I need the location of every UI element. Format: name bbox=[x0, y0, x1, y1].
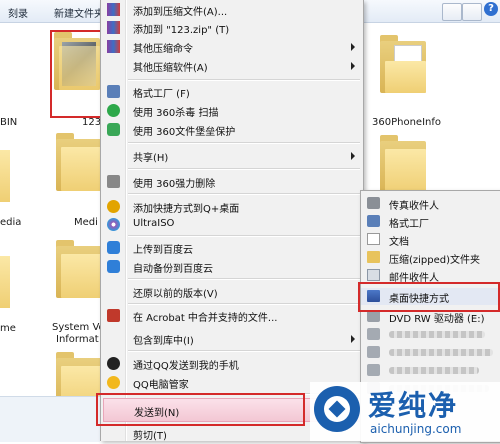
menu-item-upload-baidu[interactable]: 上传到百度云 bbox=[101, 238, 363, 258]
menu-item-360-scan[interactable]: 使用 360杀毒 扫描 bbox=[101, 101, 363, 121]
menu-item-add-to-zip[interactable]: 添加到 "123.zip" (T) bbox=[101, 18, 363, 38]
folder-label-information: Informat bbox=[56, 334, 99, 345]
watermark: 爱纯净 aichunjing.com bbox=[310, 382, 500, 441]
menu-item-add-to-archive[interactable]: 添加到压缩文件(A)... bbox=[101, 0, 363, 20]
submenu-item-format-factory[interactable]: 格式工厂 bbox=[361, 213, 500, 230]
drive-icon bbox=[367, 346, 380, 358]
menu-item-other-compress-software[interactable]: 其他压缩软件(A) bbox=[101, 56, 363, 76]
submenu-item-fax[interactable]: 传真收件人 bbox=[361, 195, 500, 212]
menu-item-360-force-delete[interactable]: 使用 360强力删除 bbox=[101, 172, 363, 192]
folder-label-123: 123 bbox=[82, 117, 102, 128]
menu-item-restore-previous[interactable]: 还原以前的版本(V) bbox=[101, 282, 363, 302]
menu-item-format-factory[interactable]: 格式工厂 (F) bbox=[101, 82, 363, 102]
menu-item-other-compress-commands[interactable]: 其他压缩命令 bbox=[101, 37, 363, 57]
burn-button[interactable]: 刻录 bbox=[8, 5, 28, 20]
menu-item-360-protect[interactable]: 使用 360文件堡垒保护 bbox=[101, 120, 363, 140]
send-to-highlight-box bbox=[96, 393, 305, 426]
folder-label-me: me bbox=[0, 323, 16, 334]
submenu-arrow-icon bbox=[351, 43, 355, 51]
details-pane bbox=[0, 396, 100, 442]
folder-label-edia: edia bbox=[0, 217, 22, 228]
menu-item-acrobat-merge[interactable]: 在 Acrobat 中合并支持的文件... bbox=[101, 306, 363, 326]
desktop-shortcut-highlight-box bbox=[358, 282, 500, 312]
new-folder-button[interactable]: 新建文件夹 bbox=[54, 5, 104, 20]
baidu-cloud-icon bbox=[107, 260, 120, 273]
context-menu: 添加到压缩文件(A)... 添加到 "123.zip" (T) 其他压缩命令 其… bbox=[100, 0, 364, 442]
folder-label-system-volume: System Vo bbox=[52, 322, 105, 333]
folder-icon[interactable] bbox=[56, 133, 102, 191]
qplus-icon bbox=[107, 200, 120, 213]
folder-icon[interactable] bbox=[380, 135, 426, 193]
format-factory-icon bbox=[367, 215, 380, 227]
acrobat-icon bbox=[107, 309, 120, 322]
partial-folder-icon[interactable] bbox=[0, 150, 10, 202]
winrar-icon bbox=[107, 3, 120, 16]
preview-pane-button[interactable] bbox=[462, 3, 482, 21]
submenu-item-zipped-folder[interactable]: 压缩(zipped)文件夹 bbox=[361, 249, 500, 266]
menu-item-add-shortcut-qplus[interactable]: 添加快捷方式到Q+桌面 bbox=[101, 197, 363, 217]
submenu-arrow-icon bbox=[351, 152, 355, 160]
folder-label-bin: BIN bbox=[0, 117, 18, 128]
menu-item-backup-baidu[interactable]: 自动备份到百度云 bbox=[101, 257, 363, 277]
drive-icon bbox=[367, 364, 380, 376]
submenu-arrow-icon bbox=[351, 62, 355, 70]
watermark-site: aichunjing.com bbox=[370, 422, 462, 436]
winrar-icon bbox=[107, 40, 120, 53]
brand-logo-icon bbox=[314, 386, 360, 432]
menu-item-include-in-library[interactable]: 包含到库中(I) bbox=[101, 329, 363, 349]
folder-icon[interactable] bbox=[56, 240, 102, 298]
qq-manager-icon bbox=[107, 376, 120, 389]
submenu-arrow-icon bbox=[351, 335, 355, 343]
submenu-item-obscured[interactable] bbox=[361, 344, 500, 361]
drive-icon bbox=[367, 328, 380, 340]
disc-icon bbox=[107, 218, 120, 231]
view-options-button[interactable] bbox=[442, 3, 462, 21]
watermark-brand: 爱纯净 bbox=[368, 389, 459, 422]
folder-label-medi: Medi bbox=[74, 217, 98, 228]
menu-item-share[interactable]: 共享(H) bbox=[101, 146, 363, 166]
winrar-icon bbox=[107, 21, 120, 34]
submenu-item-documents[interactable]: 文档 bbox=[361, 231, 500, 248]
document-icon bbox=[367, 233, 380, 245]
baidu-cloud-icon bbox=[107, 241, 120, 254]
shield-icon bbox=[107, 123, 120, 136]
360-antivirus-icon bbox=[107, 104, 120, 117]
shredder-icon bbox=[107, 175, 120, 188]
menu-item-qq-send-phone[interactable]: 通过QQ发送到我的手机 bbox=[101, 354, 363, 374]
folder-label-360phoneinfo: 360PhoneInfo bbox=[372, 117, 441, 128]
zip-folder-icon bbox=[367, 251, 380, 263]
mail-icon bbox=[367, 269, 380, 281]
qq-penguin-icon bbox=[107, 357, 120, 370]
partial-folder-icon[interactable] bbox=[0, 256, 10, 308]
submenu-item-obscured[interactable] bbox=[361, 326, 500, 343]
menu-item-ultraiso[interactable]: UltraISO bbox=[101, 215, 363, 235]
fax-icon bbox=[367, 197, 380, 209]
format-factory-icon bbox=[107, 85, 120, 98]
folder-icon[interactable] bbox=[380, 35, 426, 93]
help-icon[interactable]: ? bbox=[484, 2, 498, 16]
submenu-item-obscured[interactable] bbox=[361, 362, 500, 379]
